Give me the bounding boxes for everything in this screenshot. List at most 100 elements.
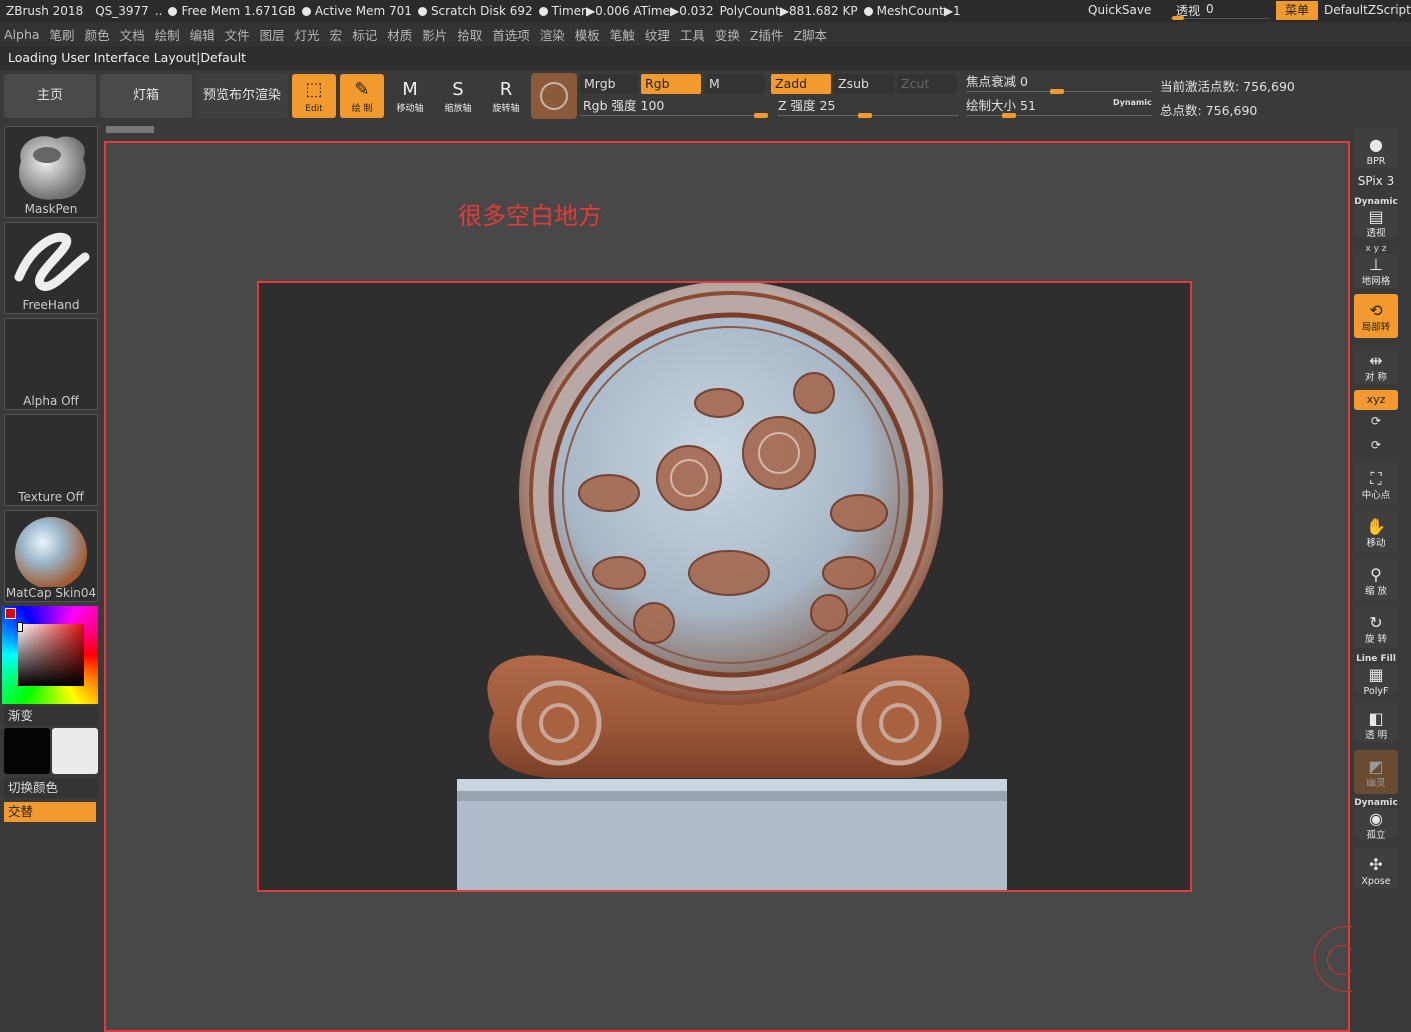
menu-item-material[interactable]: 材质	[387, 25, 412, 44]
menu-item-transform[interactable]: 变换	[715, 25, 740, 44]
rotate-y-icon[interactable]: ⟳	[1354, 414, 1398, 428]
material-selector[interactable]: MatCap Skin04	[4, 510, 98, 602]
ghost-button[interactable]: ◩ 幽灵	[1354, 750, 1398, 794]
move-view-button[interactable]: ✋ 移动	[1354, 510, 1398, 552]
menu-item-tool[interactable]: 工具	[680, 25, 705, 44]
menu-item-light[interactable]: 灯光	[295, 25, 320, 44]
zadd-button[interactable]: Zadd	[771, 74, 831, 94]
live-boolean-button[interactable]: 预览布尔渲染	[196, 74, 288, 118]
quicksave-button[interactable]: QuickSave	[1088, 3, 1151, 17]
ghost-icon: ◩	[1368, 757, 1384, 776]
menu-item-zplugin[interactable]: Z插件	[750, 25, 784, 44]
slider-knob[interactable]	[1002, 113, 1016, 118]
zsub-button[interactable]: Zsub	[834, 74, 894, 94]
main-color-swatch[interactable]	[4, 728, 50, 774]
alpha-selector[interactable]: Alpha Off	[4, 318, 98, 410]
solo-button[interactable]: ◉ 孤立	[1354, 808, 1398, 841]
menu-item-file[interactable]: 文件	[225, 25, 250, 44]
rgb-intensity-slider[interactable]: Rgb 强度 100	[580, 96, 768, 118]
menu-item-alpha[interactable]: Alpha	[4, 27, 40, 42]
menu-item-preferences[interactable]: 首选项	[492, 25, 530, 44]
menu-item-edit[interactable]: 编辑	[190, 25, 215, 44]
model-viewport[interactable]	[257, 281, 1192, 892]
symmetry-button[interactable]: ⇹ 对 称	[1354, 350, 1398, 384]
menu-item-document[interactable]: 文档	[120, 25, 145, 44]
linefill-label: Line Fill	[1356, 654, 1396, 664]
rotate-view-button[interactable]: ↻ 旋 转	[1354, 606, 1398, 648]
picker-cursor-icon	[17, 622, 23, 632]
quicksave-slot: QS_3977	[95, 4, 149, 18]
brush-selector[interactable]: MaskPen	[4, 126, 98, 218]
menu-item-movie[interactable]: 影片	[422, 25, 447, 44]
menu-item-stroke[interactable]: 笔触	[610, 25, 635, 44]
zcut-button[interactable]: Zcut	[897, 74, 957, 94]
focal-shift-slider[interactable]: 焦点衰减 0	[966, 72, 1152, 94]
secondary-color-swatch[interactable]	[52, 728, 98, 774]
color-picker[interactable]	[2, 606, 98, 704]
m-button[interactable]: M	[705, 74, 765, 94]
draw-size-label: 绘制大小	[966, 98, 1017, 113]
spix-slider[interactable]: SPix 3	[1354, 174, 1398, 188]
draw-size-value: 51	[1020, 98, 1036, 113]
scale-button[interactable]: S 缩放轴	[436, 74, 480, 118]
slider-knob[interactable]	[1050, 89, 1064, 94]
bpr-button[interactable]: ● BPR	[1354, 128, 1398, 168]
alternate-button[interactable]: 交替	[4, 802, 96, 822]
slider-knob[interactable]	[1172, 16, 1184, 20]
polyframe-button[interactable]: ▦ PolyF	[1354, 664, 1398, 697]
rotate-button[interactable]: R 旋转轴	[484, 74, 528, 118]
perspective-button[interactable]: ▤ 透视	[1354, 206, 1398, 239]
floor-button[interactable]: ⊥ 地网格	[1354, 254, 1398, 288]
gradient-button[interactable]: 渐变	[4, 706, 98, 726]
transparent-button[interactable]: ◧ 透 明	[1354, 702, 1398, 742]
menu-item-draw[interactable]: 绘制	[155, 25, 180, 44]
default-zscript-button[interactable]: DefaultZScript	[1324, 3, 1411, 17]
sculpt-model	[457, 283, 1007, 890]
total-points-count: 总点数: 756,690	[1160, 103, 1258, 118]
lightbox-button[interactable]: 灯箱	[100, 74, 192, 118]
frame-button[interactable]: ⛶ 中心点	[1354, 462, 1398, 504]
dynamic-size-toggle[interactable]: Dynamic	[1113, 98, 1152, 107]
xpose-button[interactable]: ✣ Xpose	[1354, 848, 1398, 888]
stroke-selector[interactable]: FreeHand	[4, 222, 98, 314]
menu-item-layer[interactable]: 图层	[260, 25, 285, 44]
move-button[interactable]: M 移动轴	[388, 74, 432, 118]
menu-item-brush[interactable]: 笔刷	[50, 25, 75, 44]
menu-item-zscript[interactable]: Z脚本	[793, 25, 827, 44]
edit-button[interactable]: ⬚ Edit	[292, 74, 336, 118]
zoom-view-button[interactable]: ⚲ 缩 放	[1354, 558, 1398, 600]
status-dot-icon	[301, 6, 311, 16]
slider-knob[interactable]	[858, 113, 872, 118]
home-button[interactable]: 主页	[4, 74, 96, 118]
material-swatch-button[interactable]	[531, 73, 577, 119]
status-dot-icon	[417, 6, 427, 16]
slider-knob[interactable]	[754, 113, 768, 118]
alpha-name: Alpha Off	[23, 394, 79, 408]
magnifier-icon: ⚲	[1370, 565, 1382, 584]
menu-item-picker[interactable]: 拾取	[457, 25, 482, 44]
active-mem: Active Mem 701	[301, 4, 412, 18]
menu-button[interactable]: 菜单	[1276, 1, 1318, 20]
menu-item-texture[interactable]: 纹理	[645, 25, 670, 44]
draw-button[interactable]: ✎ 绘 制	[340, 74, 384, 118]
menu-item-color[interactable]: 颜色	[85, 25, 110, 44]
xyz-button[interactable]: xyz	[1354, 390, 1398, 410]
switch-color-button[interactable]: 切换颜色	[4, 778, 98, 798]
rgb-button[interactable]: Rgb	[641, 74, 701, 94]
menu-item-render[interactable]: 渲染	[540, 25, 565, 44]
material-name: MatCap Skin04	[5, 586, 97, 600]
left-shelf: MaskPen FreeHand Alpha Off Texture Off M…	[0, 122, 102, 1032]
z-intensity-slider[interactable]: Z 强度 25	[778, 96, 958, 118]
right-shelf: ● BPR SPix 3 Dynamic ▤ 透视 x y z ⊥ 地网格 ⟲ …	[1352, 122, 1411, 1032]
rotate-z-icon[interactable]: ⟳	[1354, 438, 1398, 452]
menu-item-macro[interactable]: 宏	[330, 25, 343, 44]
saturation-square[interactable]	[18, 624, 84, 686]
menu-item-stencil[interactable]: 模板	[575, 25, 600, 44]
perspective-slider[interactable]: 透视 0	[1170, 1, 1270, 20]
local-transform-button[interactable]: ⟲ 局部转	[1354, 294, 1398, 338]
menu-item-marker[interactable]: 标记	[352, 25, 377, 44]
texture-selector[interactable]: Texture Off	[4, 414, 98, 506]
mrgb-button[interactable]: Mrgb	[580, 74, 638, 94]
canvas-tab-handle[interactable]	[106, 126, 154, 133]
focal-shift-label: 焦点衰减	[966, 74, 1017, 89]
